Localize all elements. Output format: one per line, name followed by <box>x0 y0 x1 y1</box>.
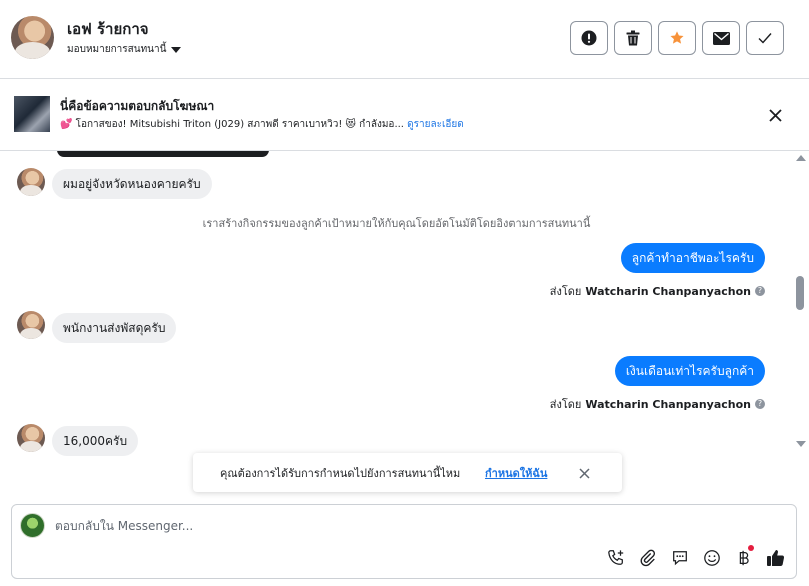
caret-down-icon <box>171 46 182 53</box>
sent-by-prefix: ส่งโดย <box>549 285 582 298</box>
spam-button[interactable] <box>570 21 608 55</box>
cut-off-message <box>57 151 269 157</box>
assign-dropdown[interactable]: มอบหมายการสนทนานี้ <box>67 42 182 57</box>
assign-label: มอบหมายการสนทนานี้ <box>67 44 167 55</box>
delete-button[interactable] <box>614 21 652 55</box>
sender-avatar[interactable] <box>17 424 45 452</box>
sent-by-prefix: ส่งโดย <box>549 398 582 411</box>
chat-bubble-icon[interactable] <box>668 545 691 570</box>
help-icon[interactable]: ? <box>755 399 765 409</box>
sender-avatar[interactable] <box>17 168 45 196</box>
system-notice: เราสร้างกิจกรรมของลูกค้าเป้าหมายให้กับคุ… <box>202 217 591 230</box>
scroll-up-arrow[interactable] <box>796 155 806 161</box>
help-icon[interactable]: ? <box>755 286 765 296</box>
like-icon[interactable] <box>764 545 787 570</box>
incoming-message[interactable]: ผมอยู่จังหวัดหนองคายครับ <box>52 169 212 199</box>
paperclip-icon[interactable] <box>636 545 659 570</box>
close-icon[interactable] <box>764 104 786 126</box>
emoji-icon[interactable] <box>700 545 723 570</box>
sent-by-line: ส่งโดย Watcharin Chanpanyachon ? <box>550 282 765 300</box>
assign-toast: คุณต้องการได้รับการกำหนดไปยังการสนทนานี้… <box>193 453 622 492</box>
sender-name: Watcharin Chanpanyachon <box>585 397 751 411</box>
sender-name: Watcharin Chanpanyachon <box>585 284 751 298</box>
baht-icon[interactable] <box>732 545 755 570</box>
contact-name[interactable]: เอฟ ร้ายกาจ <box>67 17 149 41</box>
notification-dot <box>748 545 754 551</box>
reply-composer <box>11 504 797 579</box>
ad-details-link[interactable]: ดูรายละเอียด <box>407 119 464 130</box>
incoming-message[interactable]: พนักงานส่งพัสดุครับ <box>52 313 177 343</box>
mark-done-button[interactable] <box>746 21 784 55</box>
header-actions <box>570 21 784 55</box>
message-thread: ผมอยู่จังหวัดหนองคายครับ เราสร้างกิจกรรม… <box>0 151 793 456</box>
ad-description-text: 💕 โอกาสของ! Mitsubishi Triton (J029) สภา… <box>60 119 404 130</box>
ad-thumbnail[interactable] <box>14 96 50 132</box>
outgoing-message[interactable]: เงินเดือนเท่าไรครับลูกค้า <box>614 356 765 386</box>
ad-reply-banner: นี่คือข้อความตอบกลับโฆษณา 💕 โอกาสของ! Mi… <box>0 79 809 151</box>
contact-avatar[interactable] <box>11 16 54 59</box>
page-avatar <box>20 513 45 538</box>
ad-banner-description: 💕 โอกาสของ! Mitsubishi Triton (J029) สภา… <box>60 117 464 132</box>
call-add-icon[interactable] <box>604 545 627 570</box>
sent-by-line: ส่งโดย Watcharin Chanpanyachon ? <box>550 395 765 413</box>
trash-icon <box>626 30 640 46</box>
check-icon <box>758 33 772 44</box>
mark-unread-button[interactable] <box>702 21 740 55</box>
envelope-icon <box>712 31 730 45</box>
outgoing-message[interactable]: ลูกค้าทำอาชีพอะไรครับ <box>620 243 765 273</box>
exclamation-icon <box>581 30 597 46</box>
incoming-message[interactable]: 16,000ครับ <box>52 426 139 456</box>
sender-avatar[interactable] <box>17 311 45 339</box>
composer-tools <box>604 545 787 570</box>
toast-text: คุณต้องการได้รับการกำหนดไปยังการสนทนานี้… <box>220 467 461 480</box>
ad-banner-title: นี่คือข้อความตอบกลับโฆษณา <box>60 99 215 113</box>
scroll-down-arrow[interactable] <box>796 441 806 447</box>
assign-to-me-link[interactable]: กำหนดให้ฉัน <box>485 464 547 482</box>
close-icon[interactable] <box>576 465 592 481</box>
star-button[interactable] <box>658 21 696 55</box>
reply-input[interactable] <box>55 516 655 536</box>
star-icon <box>670 31 684 44</box>
conversation-header: เอฟ ร้ายกาจ มอบหมายการสนทนานี้ <box>0 0 809 79</box>
scrollbar-thumb[interactable] <box>796 276 804 310</box>
